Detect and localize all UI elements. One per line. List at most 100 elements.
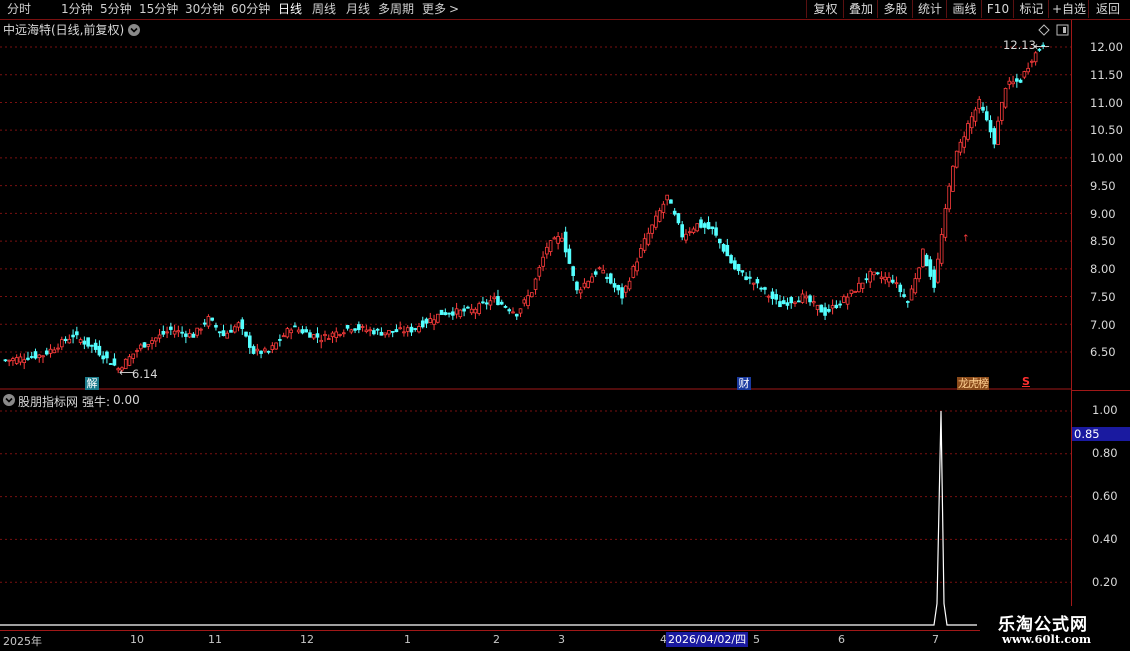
- candle-body: [545, 246, 549, 255]
- candle-body: [992, 128, 997, 145]
- tab-60min[interactable]: 60分钟: [231, 1, 270, 18]
- candle-body: [202, 322, 207, 325]
- unlock-marker[interactable]: 解: [85, 377, 99, 390]
- candle-body: [984, 111, 989, 121]
- dragon-tiger-marker[interactable]: 龙虎榜: [957, 377, 989, 390]
- candle-body: [3, 359, 8, 362]
- tab-15min[interactable]: 15分钟: [139, 1, 178, 18]
- indicator-panel[interactable]: 股朋指标网 强牛: 0.00: [0, 392, 1071, 628]
- candlestick-chart[interactable]: ↑: [0, 20, 1071, 390]
- sell-signal-marker[interactable]: S: [1022, 375, 1030, 388]
- candle-body: [819, 304, 824, 313]
- candle-body: [624, 285, 628, 293]
- candle-body: [763, 287, 767, 290]
- candle-body: [1007, 80, 1012, 85]
- candle-body: [75, 331, 79, 336]
- indicator-chart[interactable]: [0, 392, 1071, 628]
- back-button[interactable]: 返回: [1088, 0, 1127, 18]
- tab-1min[interactable]: 1分钟: [61, 1, 93, 18]
- tab-multi-period[interactable]: 多周期: [378, 1, 414, 18]
- indicator-value-badge: 0.85: [1072, 427, 1130, 441]
- tab-more[interactable]: 更多 >: [422, 1, 459, 18]
- candle-body: [1026, 67, 1030, 73]
- candle-body: [943, 208, 948, 238]
- candle-body: [195, 327, 199, 336]
- chevron-down-icon[interactable]: [127, 23, 141, 37]
- tab-30min[interactable]: 30分钟: [185, 1, 224, 18]
- candle-body: [748, 276, 752, 279]
- candle-body: [413, 328, 418, 330]
- f10-button[interactable]: F10: [981, 0, 1014, 18]
- tab-weekly[interactable]: 周线: [312, 1, 336, 18]
- panel-toggle-icon[interactable]: [1056, 24, 1069, 36]
- candle-body: [285, 328, 290, 338]
- candle-body: [221, 330, 226, 337]
- high-arrow-icon: ⟵: [1034, 40, 1050, 53]
- y-tick: 9.00: [1090, 207, 1116, 221]
- candle-body: [26, 357, 30, 360]
- overlay-button[interactable]: 叠加: [843, 0, 878, 18]
- candle-body: [812, 301, 816, 304]
- candle-body: [14, 357, 19, 364]
- candle-body: [894, 282, 899, 285]
- mark-button[interactable]: 标记: [1013, 0, 1049, 18]
- more-label: 更多: [422, 2, 447, 16]
- candle-body: [304, 329, 308, 333]
- candle-body: [672, 210, 677, 215]
- candle-body: [962, 136, 966, 148]
- candle-body: [454, 308, 459, 315]
- candle-body: [650, 224, 654, 234]
- tab-intraday[interactable]: 分时: [7, 1, 31, 18]
- candle-body: [372, 330, 376, 335]
- candle-body: [18, 356, 23, 363]
- candle-body: [338, 334, 342, 336]
- candle-body: [578, 289, 583, 294]
- candle-body: [334, 331, 339, 338]
- y-tick: 7.00: [1090, 318, 1116, 332]
- stats-button[interactable]: 统计: [912, 0, 947, 18]
- candle-body: [733, 260, 737, 270]
- candle-body: [33, 351, 38, 359]
- tab-monthly[interactable]: 月线: [346, 1, 370, 18]
- candle-body: [496, 296, 500, 306]
- candle-body: [142, 342, 147, 348]
- candle-body: [928, 259, 933, 277]
- candle-body: [135, 350, 139, 352]
- draw-line-button[interactable]: 画线: [946, 0, 982, 18]
- chevron-down-icon[interactable]: [2, 393, 16, 407]
- financial-report-marker[interactable]: 财: [737, 377, 751, 390]
- candle-body: [996, 120, 1000, 145]
- candle-body: [323, 334, 327, 337]
- price-chart-panel[interactable]: ↑ 中远海特(日线,前复权) 12.13 ⟵ ⟵ 6.14 解 财 龙虎榜 S: [0, 20, 1071, 390]
- candle-body: [721, 244, 726, 252]
- candle-body: [214, 324, 218, 328]
- candle-body: [357, 324, 361, 331]
- candle-body: [383, 332, 387, 336]
- indicator-y-tick: 0.20: [1092, 575, 1118, 589]
- candle-body: [800, 293, 805, 303]
- candle-body: [439, 309, 444, 315]
- candle-body: [718, 238, 722, 244]
- watermark: 乐淘公式网 www.60lt.com: [980, 606, 1130, 650]
- candle-body: [654, 215, 658, 228]
- candle-body: [353, 328, 357, 331]
- candle-body: [875, 272, 880, 275]
- date-tick: 6: [838, 633, 845, 646]
- candle-body: [973, 109, 978, 122]
- candle-body: [706, 222, 711, 230]
- candle-body: [1015, 78, 1019, 82]
- candle-body: [169, 326, 173, 330]
- candle-body: [845, 296, 850, 305]
- candle-body: [563, 231, 568, 253]
- candle-body: [458, 309, 463, 318]
- tab-daily[interactable]: 日线: [278, 1, 302, 18]
- diamond-icon[interactable]: [1038, 24, 1050, 36]
- tab-5min[interactable]: 5分钟: [100, 1, 132, 18]
- multi-stock-button[interactable]: 多股: [877, 0, 913, 18]
- date-tick: 7: [932, 633, 939, 646]
- add-watchlist-button[interactable]: +自选: [1048, 0, 1089, 18]
- candle-body: [917, 267, 921, 280]
- candle-body: [556, 236, 560, 244]
- adjust-button[interactable]: 复权: [806, 0, 844, 18]
- low-price-label: 6.14: [132, 367, 158, 381]
